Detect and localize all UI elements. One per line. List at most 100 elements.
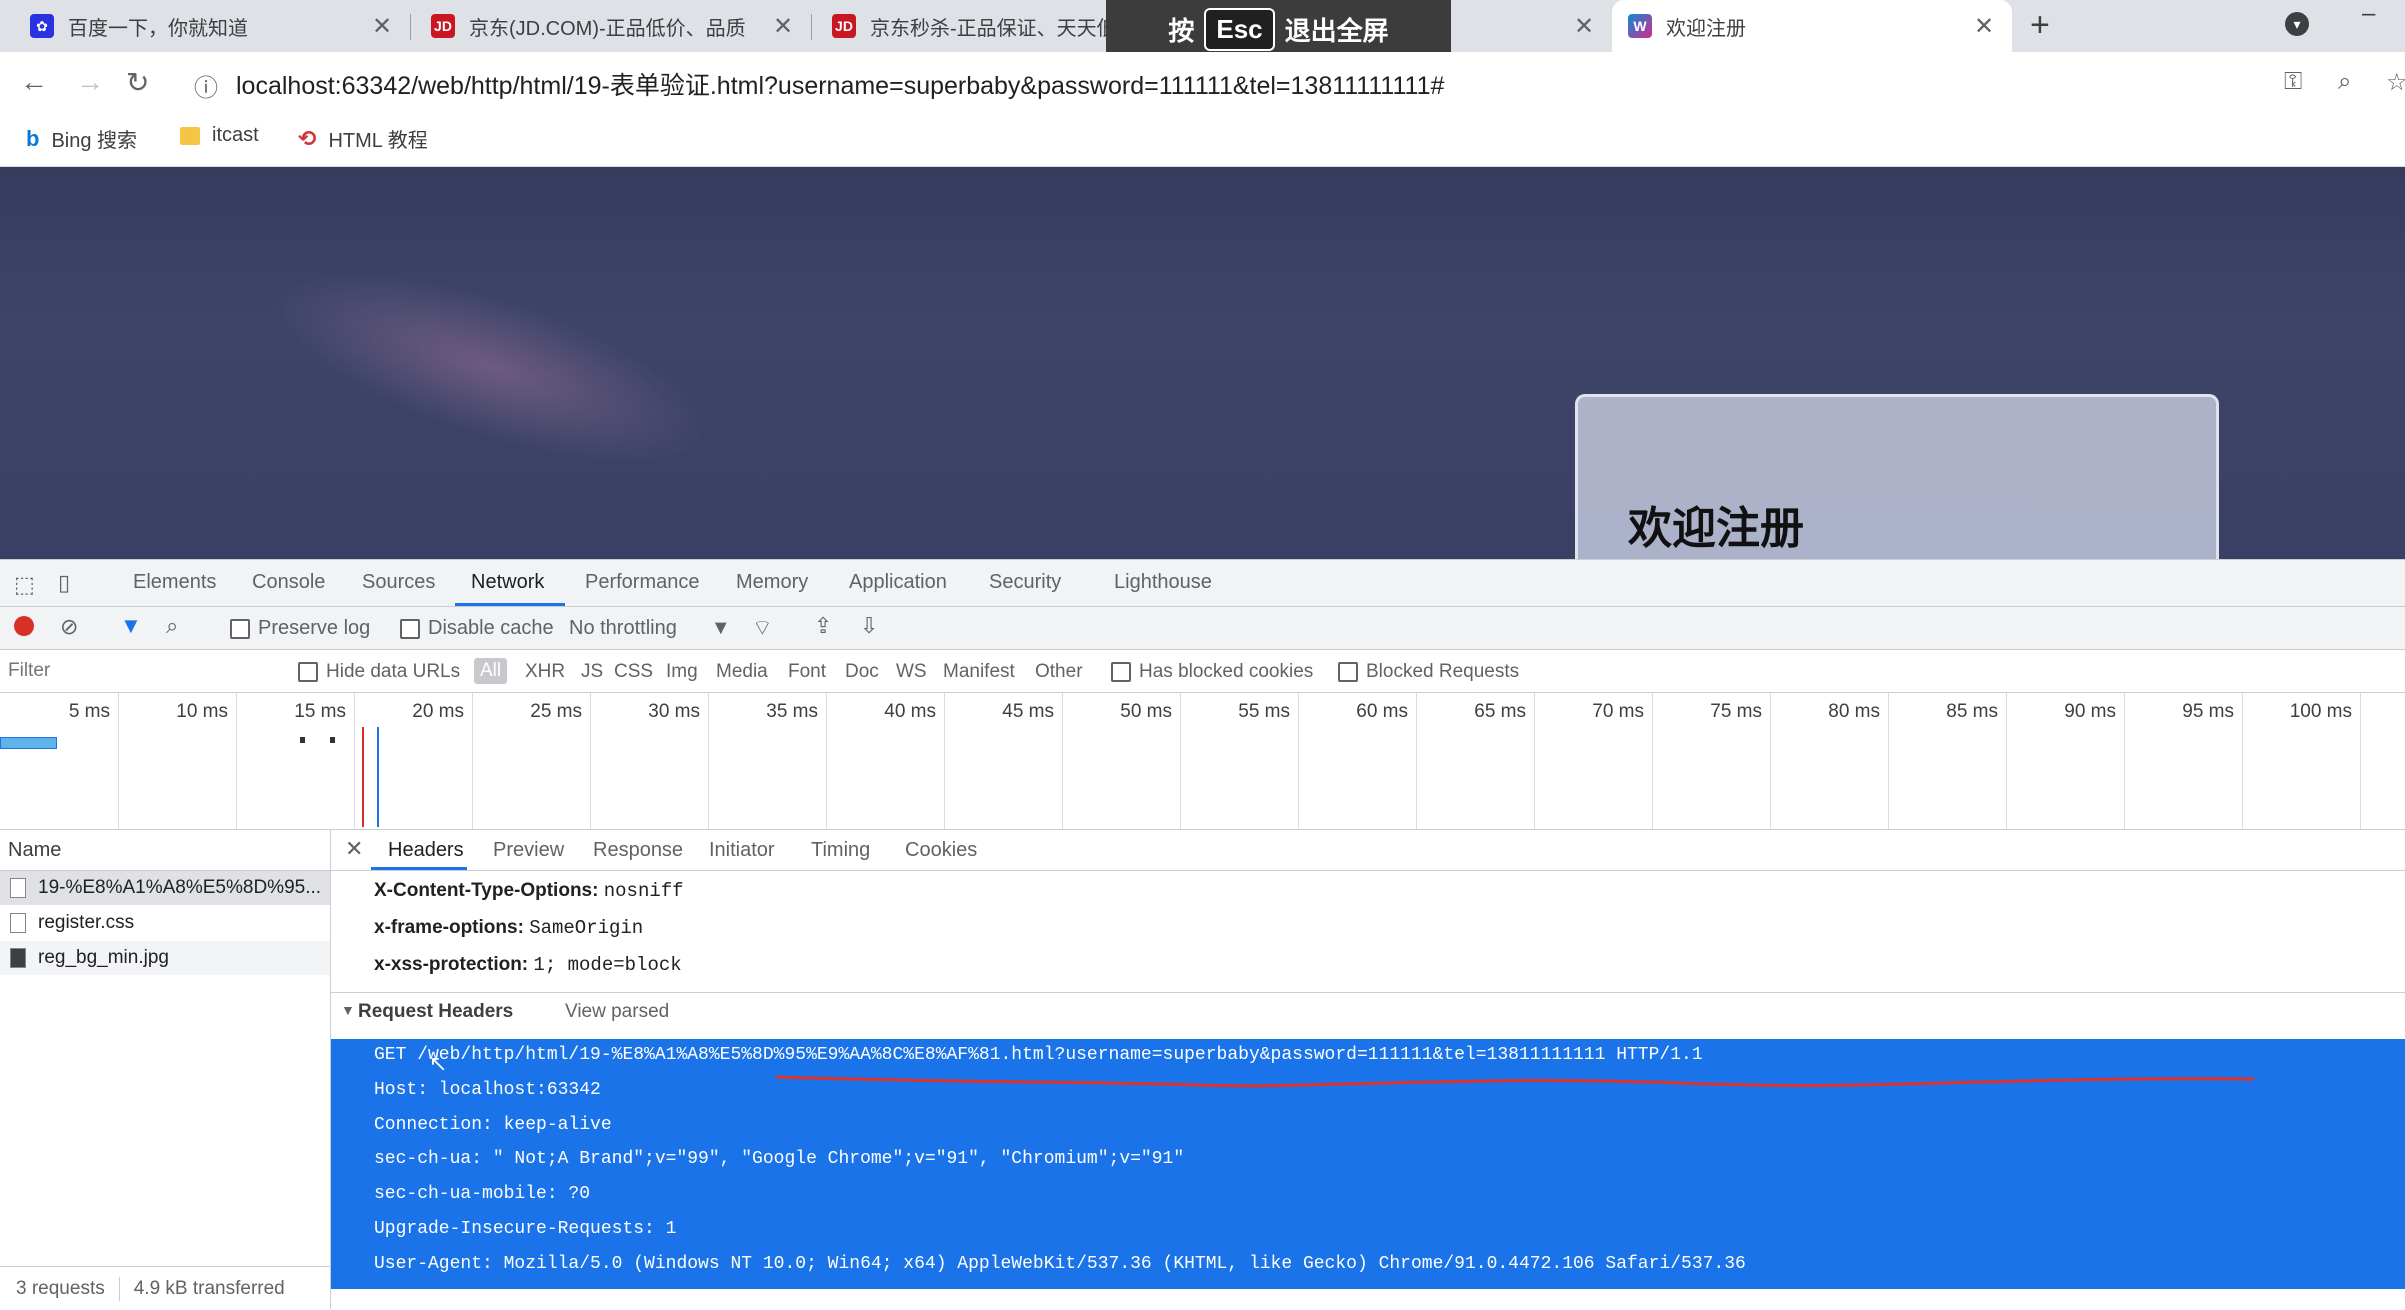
preserve-log-checkbox[interactable]: Preserve log [230,617,370,640]
view-parsed-link[interactable]: View parsed [565,1001,669,1023]
tab-headers[interactable]: Headers [388,839,464,862]
close-tab-icon[interactable]: ✕ [1570,12,1598,41]
bookmark-html-tutorial[interactable]: ⟲ HTML 教程 [298,124,428,153]
type-filter-css[interactable]: CSS [614,661,653,683]
header-name: x-xss-protection: [374,954,529,975]
tab-performance[interactable]: Performance [585,571,700,594]
tab-baidu[interactable]: ✿ 百度一下，你就知道 ✕ [0,0,410,52]
type-filter-js[interactable]: JS [581,661,603,683]
tab-memory[interactable]: Memory [736,571,808,594]
tab-timing[interactable]: Timing [811,839,870,862]
tab-response[interactable]: Response [593,839,683,862]
type-filter-all[interactable]: All [474,658,508,684]
forward-icon[interactable]: → [76,66,104,98]
blocked-requests-checkbox[interactable]: Blocked Requests [1338,661,1519,683]
has-blocked-cookies-checkbox[interactable]: Has blocked cookies [1111,661,1313,683]
minimize-icon[interactable]: – [2362,0,2375,28]
tab-security[interactable]: Security [989,571,1061,594]
type-filter-xhr[interactable]: XHR [525,661,565,683]
banner-press-text: 按 [1168,15,1195,46]
inspect-element-icon[interactable]: ⬚ [14,572,35,598]
key-icon[interactable]: ⚿ [2284,68,2302,96]
type-filter-ws[interactable]: WS [896,661,927,683]
address-bar[interactable]: localhost:63342/web/http/html/19-表单验证.ht… [236,66,1444,102]
page-viewport: 欢迎注册 [0,167,2405,559]
clear-icon[interactable]: ⊘ [60,614,78,640]
response-header-row: x-frame-options: SameOrigin [374,917,643,939]
site-info-icon[interactable]: ⓘ [194,68,218,103]
network-conditions-icon[interactable]: ⌔ [752,614,773,642]
header-name: x-frame-options: [374,917,524,938]
network-toolbar: ⊘ ▼ ⌕ Preserve log Disable cache No thro… [0,607,2405,650]
new-tab-icon[interactable]: + [2030,6,2050,45]
timeline-gridline [826,693,827,829]
hide-data-urls-checkbox[interactable]: Hide data URLs [298,661,460,683]
type-filter-other[interactable]: Other [1035,661,1083,683]
baidu-paw-icon: ✿ [30,14,54,38]
timeline-gridline [2124,693,2125,829]
request-headers-title: Request Headers [358,1001,514,1022]
close-tab-icon[interactable]: ✕ [368,12,396,41]
timeline-tick-label: 80 ms [1828,701,1880,722]
filter-input[interactable] [6,656,278,686]
close-tab-icon[interactable]: ✕ [1970,12,1998,41]
red-underline-annotation [776,1075,2255,1088]
timeline-gridline [1062,693,1063,829]
type-filter-font[interactable]: Font [788,661,826,683]
type-filter-media[interactable]: Media [716,661,768,683]
tab-initiator[interactable]: Initiator [709,839,775,862]
detail-tabbar: ✕ Headers Preview Response Initiator Tim… [331,830,2405,871]
tab-lighthouse[interactable]: Lighthouse [1114,571,1212,594]
request-row[interactable]: reg_bg_min.jpg [0,941,330,975]
request-detail-panel: ✕ Headers Preview Response Initiator Tim… [331,830,2405,1309]
request-headers-section[interactable]: ▼ Request Headers View parsed [331,992,2405,1029]
filter-icon[interactable]: ▼ [120,613,142,639]
tab-jd-home[interactable]: JD 京东(JD.COM)-正品低价、品质 ✕ [411,0,811,52]
mouse-cursor-icon: ↖ [429,1051,448,1076]
checkbox-icon [1111,662,1131,682]
timeline-tick-label: 45 ms [1002,701,1054,722]
tab-sources[interactable]: Sources [362,571,435,594]
record-icon[interactable] [14,616,34,636]
bookmark-itcast[interactable]: itcast [180,124,259,147]
network-overview-timeline[interactable]: 5 ms 10 ms 15 ms 20 ms 25 ms 30 ms 35 ms 40 ms 4… [0,693,2405,830]
esc-key-badge: Esc [1204,7,1275,51]
tab-cookies[interactable]: Cookies [905,839,977,862]
triangle-down-icon: ▼ [341,1002,355,1018]
tab-register[interactable]: W 欢迎注册 ✕ [1612,0,2012,52]
response-header-row: X-Content-Type-Options: nosniff [374,880,684,902]
reload-icon[interactable]: ↻ [126,66,149,99]
type-filter-manifest[interactable]: Manifest [943,661,1015,683]
requests-count: 3 requests [16,1277,105,1299]
banner-action-text: 退出全屏 [1284,15,1389,46]
zoom-icon[interactable]: ⌕ [2338,68,2351,96]
tab-preview[interactable]: Preview [493,839,564,862]
tab-network[interactable]: Network [471,571,544,594]
has-blocked-cookies-label: Has blocked cookies [1139,661,1314,682]
device-toolbar-icon[interactable]: ▯ [58,570,70,596]
back-icon[interactable]: ← [20,66,48,98]
close-detail-icon[interactable]: ✕ [345,836,363,862]
close-tab-icon[interactable]: ✕ [769,12,797,41]
timeline-tick-label: 35 ms [766,701,818,722]
tab-console[interactable]: Console [252,571,325,594]
export-har-icon[interactable]: ⇩ [860,613,878,639]
throttling-select[interactable]: No throttling ▼ [569,617,731,640]
name-column-header[interactable]: Name [0,830,330,871]
request-row[interactable]: 19-%E8%A1%A8%E5%8D%95... [0,871,330,905]
tab-search-icon[interactable]: ▾ [2285,12,2309,36]
timeline-gridline [236,693,237,829]
bookmark-star-icon[interactable]: ☆ [2386,68,2405,97]
type-filter-img[interactable]: Img [666,661,698,683]
import-har-icon[interactable]: ⇪ [814,613,832,639]
raw-request-headers[interactable]: GET /web/http/html/19-%E8%A1%A8%E5%8D%95… [331,1039,2405,1289]
type-filter-doc[interactable]: Doc [845,661,879,683]
bookmark-bing[interactable]: b Bing 搜索 [26,124,137,153]
disable-cache-checkbox[interactable]: Disable cache [400,617,554,640]
request-row[interactable]: register.css [0,906,330,940]
tab-application[interactable]: Application [849,571,947,594]
timeline-tick-label: 50 ms [1120,701,1172,722]
devtools-panel: ⬚ ▯ Elements Console Sources Network Per… [0,559,2405,1309]
search-icon[interactable]: ⌕ [166,613,178,639]
tab-elements[interactable]: Elements [133,571,216,594]
